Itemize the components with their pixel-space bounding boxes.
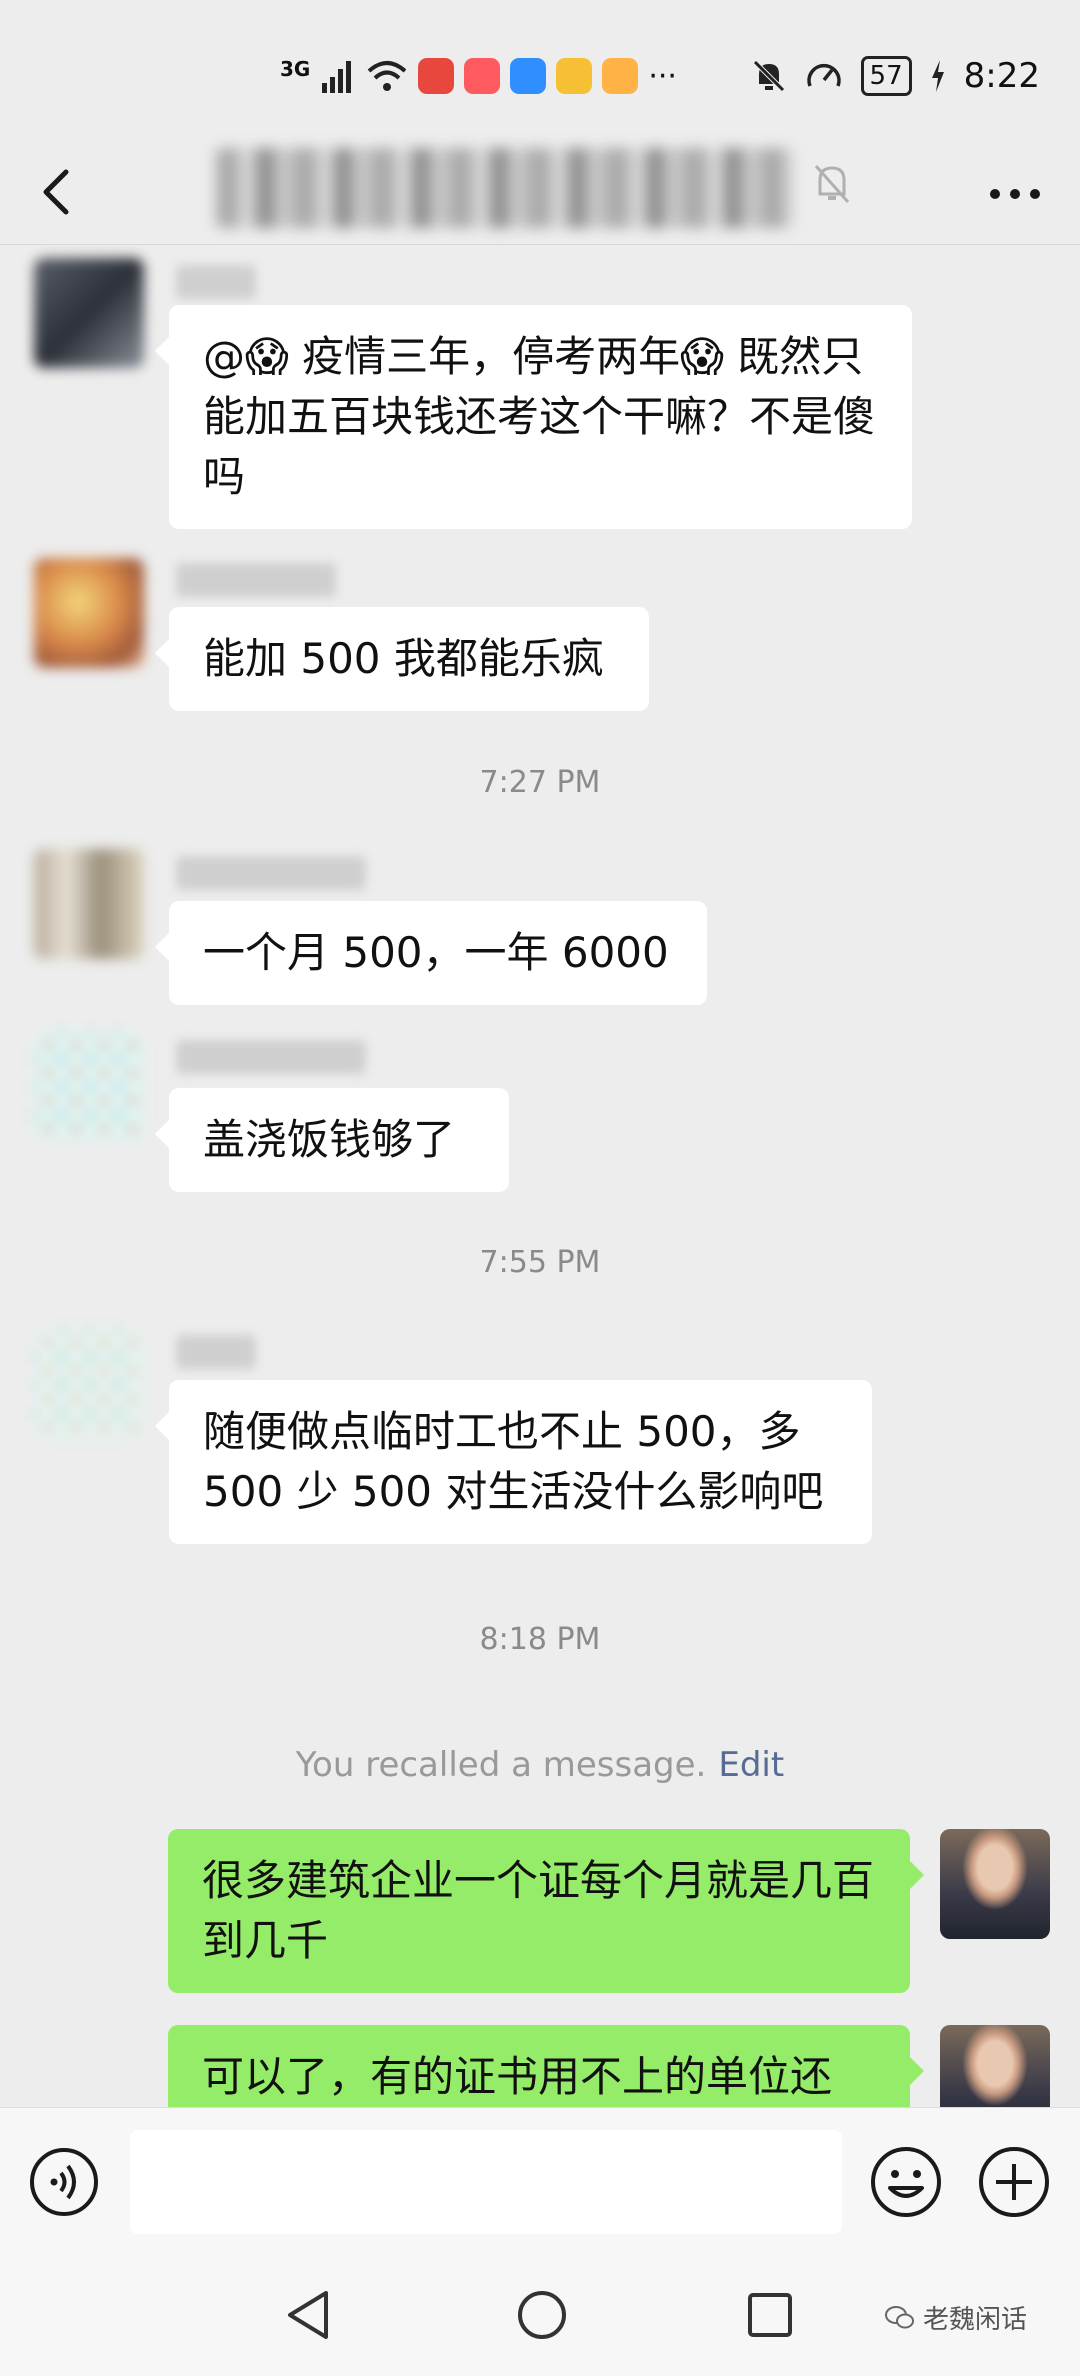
nav-home-button[interactable]	[512, 2285, 572, 2345]
chevron-left-icon	[43, 169, 69, 215]
message-text: 可以了，有的证书用不上的单位还	[202, 2052, 833, 2101]
message-text: 一个月 500，一年 6000	[203, 928, 669, 977]
nav-back-button[interactable]	[280, 2285, 340, 2345]
avatar[interactable]	[34, 1329, 144, 1439]
speed-icon	[806, 63, 841, 87]
status-left-icons: 3G ···	[280, 50, 677, 102]
timestamp: 7:27 PM	[479, 765, 601, 800]
edit-recalled-link[interactable]: Edit	[718, 1745, 784, 1785]
message-bubble-self[interactable]: 可以了，有的证书用不上的单位还	[168, 2025, 924, 2107]
message-bubble[interactable]: 能加 500 我都能乐疯	[155, 607, 649, 711]
charging-icon	[931, 60, 944, 92]
circle-home-icon	[518, 2291, 566, 2339]
more-button[interactable]	[980, 154, 1050, 214]
message-text: 随便做点临时工也不止 500，多 500 少 500 对生活没什么影响吧	[203, 1407, 824, 1516]
sender-name-redacted	[176, 1335, 256, 1369]
message-bubble[interactable]: @😱 疫情三年，停考两年😱 既然只能加五百块钱还考这个干嘛？不是傻吗	[155, 305, 912, 529]
self-avatar[interactable]	[940, 2025, 1050, 2107]
status-right-icons: 57 8:22	[751, 50, 1040, 102]
emoji-button[interactable]	[868, 2144, 944, 2220]
wifi-icon	[368, 61, 407, 91]
message-text: @😱 疫情三年，停考两年😱 既然只能加五百块钱还考这个干嘛？不是傻吗	[203, 332, 876, 501]
avatar[interactable]	[34, 558, 144, 668]
chat-title-redacted	[216, 148, 794, 228]
cloud-app-icon	[510, 58, 547, 94]
triangle-back-icon	[288, 2291, 328, 2339]
message-bubble-self[interactable]: 很多建筑企业一个证每个月就是几百到几千	[168, 1829, 924, 1993]
sender-name-redacted	[176, 563, 336, 597]
message-bubble[interactable]: 一个月 500，一年 6000	[155, 901, 707, 1005]
input-bar	[0, 2107, 1080, 2256]
watermark-text: 老魏闲话	[923, 2305, 1028, 2335]
message-bubble[interactable]: 盖浇饭钱够了	[155, 1088, 509, 1192]
recalled-text: You recalled a message.	[295, 1745, 707, 1785]
self-avatar[interactable]	[940, 1829, 1050, 1939]
system-nav-bar: 老魏闲话	[0, 2255, 1080, 2376]
app-notification-icon	[418, 58, 455, 94]
network-type: 3G	[280, 57, 311, 81]
more-actions-button[interactable]	[976, 2144, 1052, 2220]
battery-level: 57	[860, 56, 912, 96]
recalled-notice: You recalled a message. Edit	[0, 1745, 1080, 1785]
avatar[interactable]	[34, 849, 144, 959]
clock: 8:22	[963, 56, 1040, 96]
wechat-logo-icon	[885, 2305, 914, 2328]
more-notifications: ···	[648, 58, 677, 94]
mute-indicator	[810, 154, 854, 214]
sender-name-redacted	[176, 265, 256, 299]
message-text: 很多建筑企业一个证每个月就是几百到几千	[202, 1856, 875, 1965]
voice-icon	[30, 2148, 98, 2216]
avatar[interactable]	[34, 1031, 144, 1141]
signal-icon	[322, 61, 352, 93]
timestamp: 7:55 PM	[479, 1245, 601, 1280]
voice-button[interactable]	[28, 2146, 100, 2218]
bell-muted-icon	[814, 165, 850, 203]
watermark: 老魏闲话	[885, 2299, 1027, 2336]
plus-icon	[979, 2147, 1049, 2217]
nav-recents-button[interactable]	[740, 2285, 800, 2345]
bell-off-icon	[752, 60, 785, 92]
chat-header	[0, 140, 1080, 244]
timestamp: 8:18 PM	[479, 1622, 601, 1657]
emoji-icon	[871, 2147, 941, 2217]
game-app-icon	[602, 58, 639, 94]
shopping-app-icon	[464, 58, 501, 94]
back-button[interactable]	[34, 150, 104, 230]
avatar[interactable]	[34, 258, 144, 368]
sender-name-redacted	[176, 856, 366, 890]
weibo-icon	[556, 58, 593, 94]
message-bubble[interactable]: 随便做点临时工也不止 500，多 500 少 500 对生活没什么影响吧	[155, 1380, 872, 1544]
message-input[interactable]	[130, 2130, 842, 2234]
message-text: 盖浇饭钱够了	[203, 1115, 456, 1164]
sender-name-redacted	[176, 1040, 366, 1074]
message-text: 能加 500 我都能乐疯	[203, 634, 604, 683]
status-bar: 3G ··· 57 8:22	[0, 0, 1080, 140]
message-list[interactable]: @😱 疫情三年，停考两年😱 既然只能加五百块钱还考这个干嘛？不是傻吗 能加 50…	[0, 245, 1080, 2107]
ellipsis-icon	[990, 189, 1040, 199]
square-recents-icon	[748, 2293, 792, 2337]
